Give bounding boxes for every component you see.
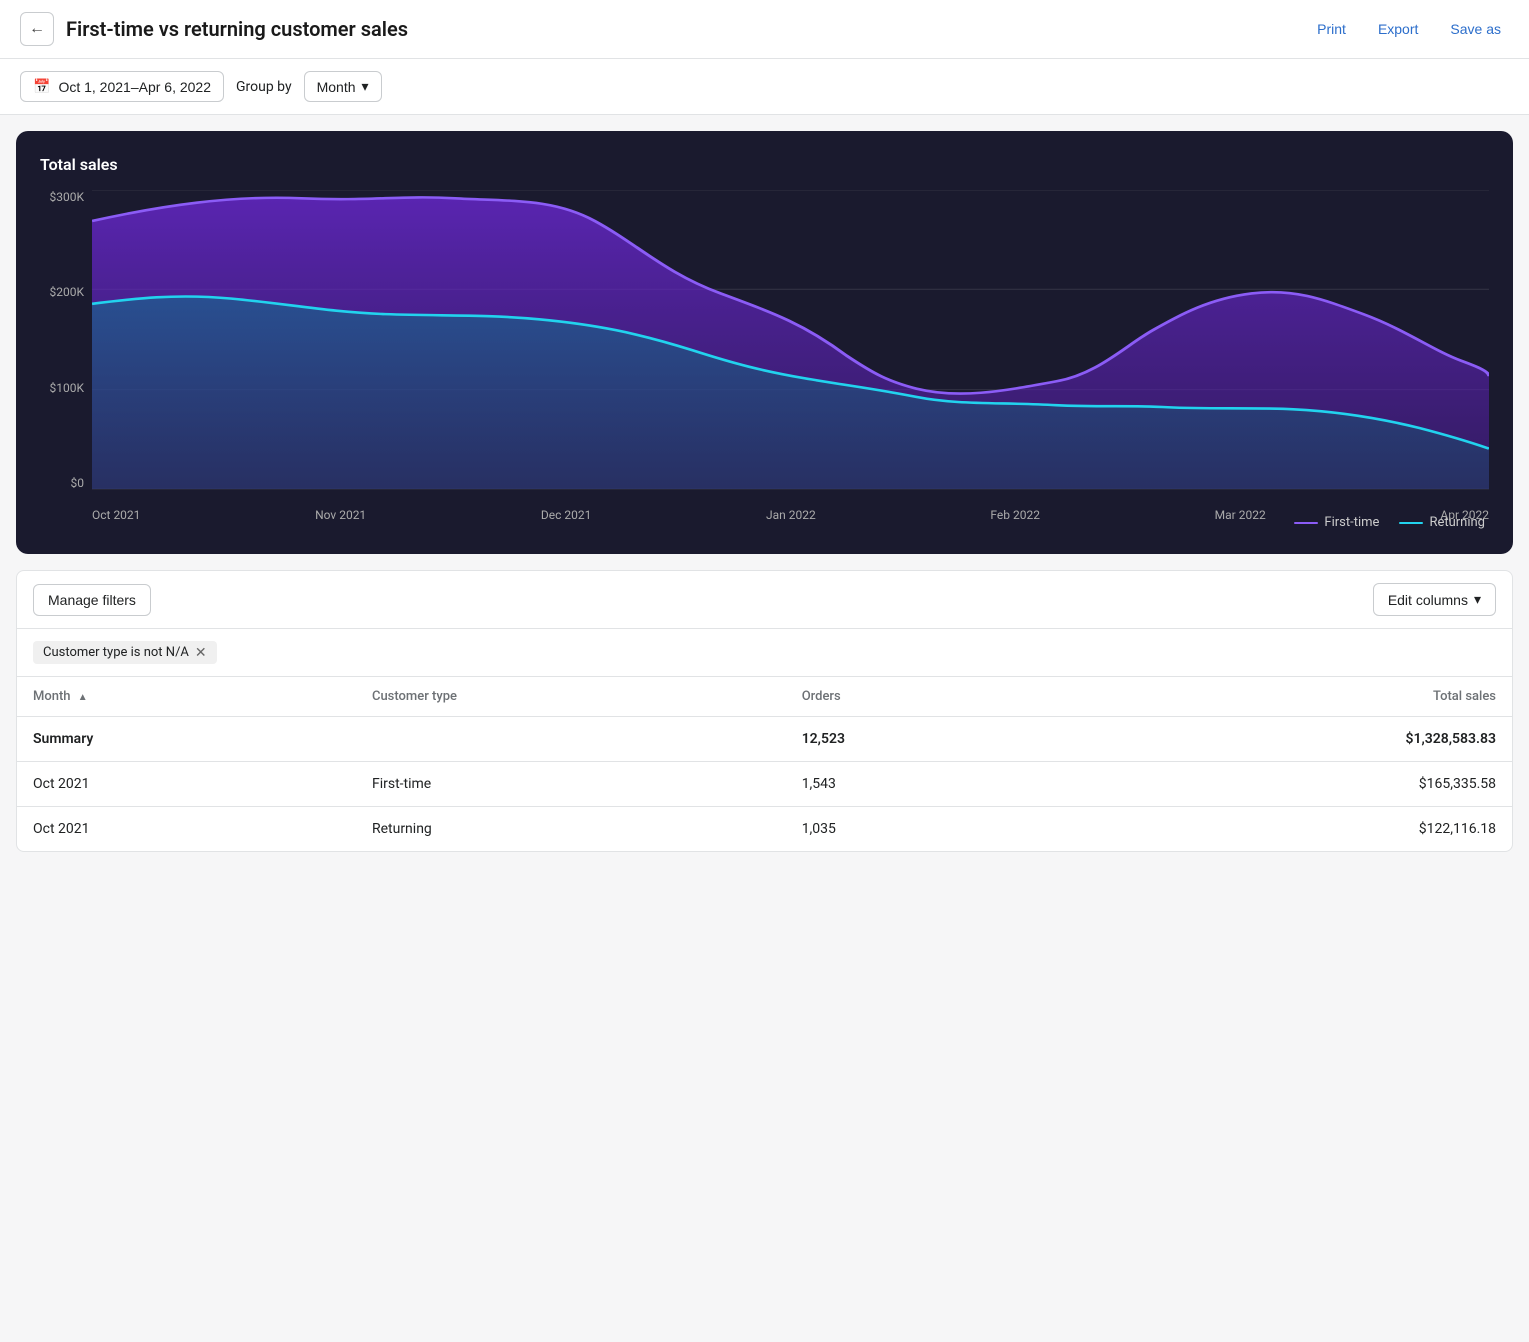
page-header: ← First-time vs returning customer sales… <box>0 0 1529 59</box>
summary-orders: 12,523 <box>786 717 1062 762</box>
filter-tags: Customer type is not N/A ✕ <box>17 629 1512 677</box>
chart-legend: First-time Returning <box>1294 515 1489 530</box>
cell-orders: 1,035 <box>786 807 1062 852</box>
table-section: Manage filters Edit columns ▾ Customer t… <box>16 570 1513 852</box>
filter-tag-label: Customer type is not N/A <box>43 645 189 660</box>
table-header-row: Month ▲ Customer type Orders Total sales <box>17 677 1512 717</box>
filter-tag-remove-button[interactable]: ✕ <box>195 646 207 660</box>
table-row: Oct 2021 First-time 1,543 $165,335.58 <box>17 762 1512 807</box>
cell-customer-type: Returning <box>356 807 786 852</box>
y-label-300k: $300K <box>40 190 92 204</box>
group-by-dropdown[interactable]: Month ▾ <box>304 71 382 102</box>
col-orders[interactable]: Orders <box>786 677 1062 717</box>
chart-area <box>92 190 1489 490</box>
returning-line-icon <box>1399 522 1423 524</box>
manage-filters-button[interactable]: Manage filters <box>33 584 151 616</box>
filter-tag-customer-type: Customer type is not N/A ✕ <box>33 641 217 664</box>
y-label-100k: $100K <box>40 381 92 395</box>
chart-wrap: $300K $200K $100K $0 <box>40 190 1489 530</box>
cell-total-sales: $165,335.58 <box>1062 762 1512 807</box>
export-button[interactable]: Export <box>1370 15 1426 43</box>
toolbar: 📅 Oct 1, 2021–Apr 6, 2022 Group by Month… <box>0 59 1529 115</box>
legend-returning: Returning <box>1399 515 1485 530</box>
x-label-oct2021: Oct 2021 <box>92 508 140 522</box>
table-row: Oct 2021 Returning 1,035 $122,116.18 <box>17 807 1512 852</box>
header-actions: Print Export Save as <box>1309 15 1509 43</box>
y-axis: $300K $200K $100K $0 <box>40 190 92 490</box>
x-axis: Oct 2021 Nov 2021 Dec 2021 Jan 2022 Feb … <box>92 500 1489 530</box>
legend-first-time: First-time <box>1294 515 1379 530</box>
cell-month: Oct 2021 <box>17 807 356 852</box>
sort-icon: ▲ <box>78 692 88 703</box>
edit-columns-label: Edit columns <box>1388 592 1468 608</box>
chevron-down-icon: ▾ <box>362 78 369 95</box>
table-actions: Manage filters Edit columns ▾ <box>17 571 1512 629</box>
col-month[interactable]: Month ▲ <box>17 677 356 717</box>
cell-month: Oct 2021 <box>17 762 356 807</box>
col-total-sales[interactable]: Total sales <box>1062 677 1512 717</box>
back-button[interactable]: ← <box>20 12 54 46</box>
date-range-button[interactable]: 📅 Oct 1, 2021–Apr 6, 2022 <box>20 71 224 102</box>
first-time-label: First-time <box>1324 515 1379 530</box>
save-as-button[interactable]: Save as <box>1442 15 1509 43</box>
y-label-200k: $200K <box>40 285 92 299</box>
chevron-down-icon: ▾ <box>1474 591 1481 608</box>
date-range-label: Oct 1, 2021–Apr 6, 2022 <box>58 79 211 95</box>
cell-customer-type: First-time <box>356 762 786 807</box>
first-time-line-icon <box>1294 522 1318 524</box>
cell-total-sales: $122,116.18 <box>1062 807 1512 852</box>
group-by-value: Month <box>317 79 356 95</box>
summary-label: Summary <box>17 717 356 762</box>
back-icon: ← <box>29 20 45 38</box>
returning-label: Returning <box>1429 515 1485 530</box>
cell-orders: 1,543 <box>786 762 1062 807</box>
col-customer-type[interactable]: Customer type <box>356 677 786 717</box>
summary-row: Summary 12,523 $1,328,583.83 <box>17 717 1512 762</box>
summary-customer-type <box>356 717 786 762</box>
chart-svg <box>92 190 1489 490</box>
x-label-dec2021: Dec 2021 <box>541 508 591 522</box>
x-label-nov2021: Nov 2021 <box>315 508 366 522</box>
chart-title: Total sales <box>40 155 1489 174</box>
edit-columns-button[interactable]: Edit columns ▾ <box>1373 583 1496 616</box>
x-label-feb2022: Feb 2022 <box>990 508 1040 522</box>
x-label-mar2022: Mar 2022 <box>1215 508 1266 522</box>
page-title: First-time vs returning customer sales <box>66 17 1297 41</box>
print-button[interactable]: Print <box>1309 15 1354 43</box>
data-table: Month ▲ Customer type Orders Total sales… <box>17 677 1512 851</box>
summary-total-sales: $1,328,583.83 <box>1062 717 1512 762</box>
calendar-icon: 📅 <box>33 78 50 95</box>
y-label-0: $0 <box>40 476 92 490</box>
group-by-label: Group by <box>236 79 292 95</box>
x-label-jan2022: Jan 2022 <box>766 508 816 522</box>
chart-container: Total sales $300K $200K $100K $0 <box>16 131 1513 554</box>
